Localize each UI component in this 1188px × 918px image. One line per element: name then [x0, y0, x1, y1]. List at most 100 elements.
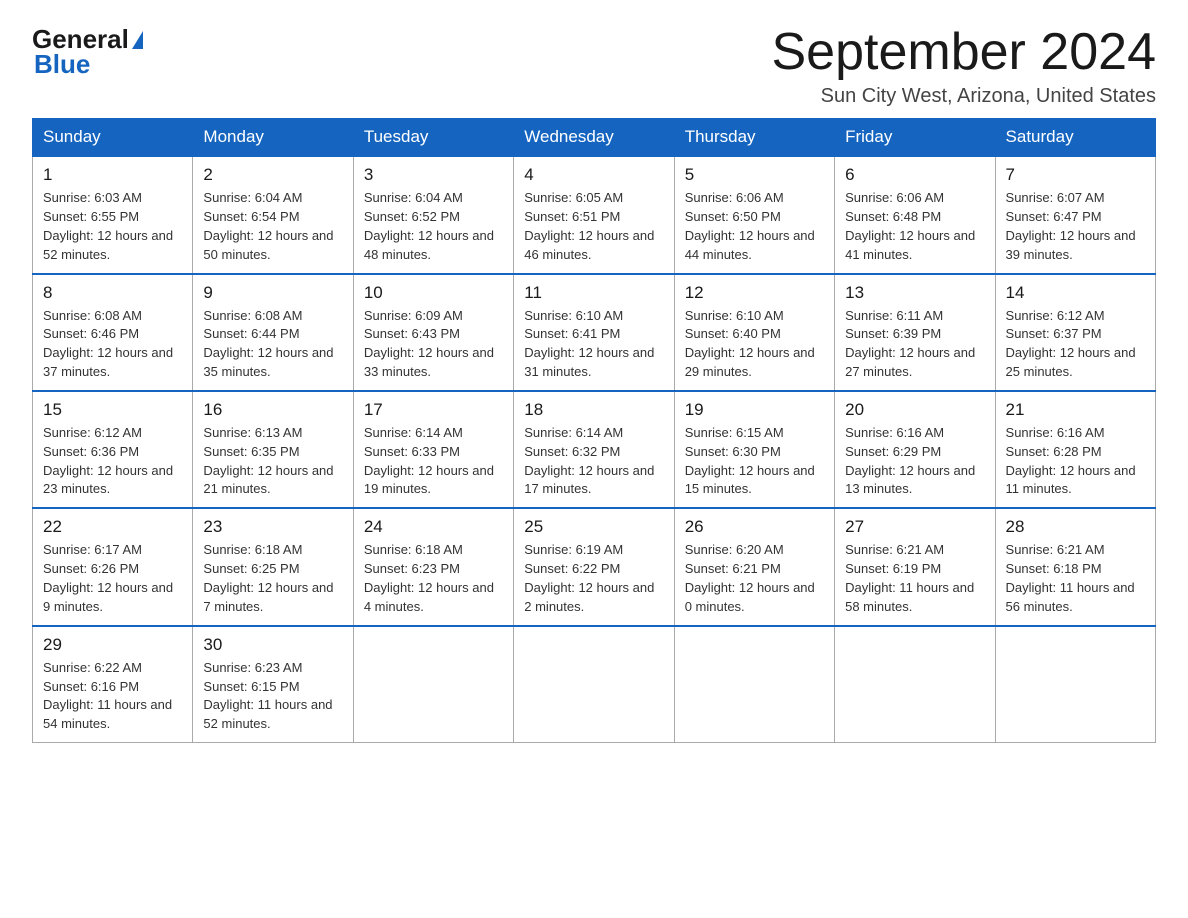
- day-number: 4: [524, 165, 663, 185]
- day-number: 17: [364, 400, 503, 420]
- calendar-week-row: 1 Sunrise: 6:03 AMSunset: 6:55 PMDaylight…: [33, 156, 1156, 273]
- calendar-day-cell: 20 Sunrise: 6:16 AMSunset: 6:29 PMDayligh…: [835, 391, 995, 508]
- day-info: Sunrise: 6:11 AMSunset: 6:39 PMDaylight:…: [845, 307, 984, 382]
- day-info: Sunrise: 6:20 AMSunset: 6:21 PMDaylight:…: [685, 541, 824, 616]
- calendar-day-cell: 10 Sunrise: 6:09 AMSunset: 6:43 PMDayligh…: [353, 274, 513, 391]
- calendar-day-cell: 19Sunrise: 6:15 AMSunset: 6:30 PMDayligh…: [674, 391, 834, 508]
- calendar-day-cell: 29 Sunrise: 6:22 AMSunset: 6:16 PMDayligh…: [33, 626, 193, 743]
- title-block: September 2024 Sun City West, Arizona, U…: [772, 24, 1157, 108]
- weekday-header-monday: Monday: [193, 119, 353, 157]
- day-info: Sunrise: 6:22 AMSunset: 6:16 PMDaylight:…: [43, 659, 182, 734]
- calendar-day-cell: 27 Sunrise: 6:21 AMSunset: 6:19 PMDayligh…: [835, 508, 995, 625]
- day-info: Sunrise: 6:21 AMSunset: 6:18 PMDaylight:…: [1006, 541, 1145, 616]
- day-number: 5: [685, 165, 824, 185]
- empty-cell: [353, 626, 513, 743]
- day-info: Sunrise: 6:03 AMSunset: 6:55 PMDaylight:…: [43, 189, 182, 264]
- calendar-day-cell: 8 Sunrise: 6:08 AMSunset: 6:46 PMDaylight…: [33, 274, 193, 391]
- day-info: Sunrise: 6:23 AMSunset: 6:15 PMDaylight:…: [203, 659, 342, 734]
- day-number: 2: [203, 165, 342, 185]
- calendar-day-cell: 12 Sunrise: 6:10 AMSunset: 6:40 PMDayligh…: [674, 274, 834, 391]
- day-info: Sunrise: 6:10 AMSunset: 6:41 PMDaylight:…: [524, 307, 663, 382]
- day-info: Sunrise: 6:16 AMSunset: 6:28 PMDaylight:…: [1006, 424, 1145, 499]
- day-number: 26: [685, 517, 824, 537]
- page-subtitle: Sun City West, Arizona, United States: [772, 85, 1157, 108]
- calendar-day-cell: 24Sunrise: 6:18 AMSunset: 6:23 PMDayligh…: [353, 508, 513, 625]
- calendar-day-cell: 17 Sunrise: 6:14 AMSunset: 6:33 PMDayligh…: [353, 391, 513, 508]
- day-info: Sunrise: 6:08 AMSunset: 6:44 PMDaylight:…: [203, 307, 342, 382]
- day-number: 27: [845, 517, 984, 537]
- weekday-header-tuesday: Tuesday: [353, 119, 513, 157]
- calendar-day-cell: 30Sunrise: 6:23 AMSunset: 6:15 PMDayligh…: [193, 626, 353, 743]
- day-info: Sunrise: 6:06 AMSunset: 6:48 PMDaylight:…: [845, 189, 984, 264]
- calendar-day-cell: 28 Sunrise: 6:21 AMSunset: 6:18 PMDayligh…: [995, 508, 1155, 625]
- calendar-week-row: 29 Sunrise: 6:22 AMSunset: 6:16 PMDayligh…: [33, 626, 1156, 743]
- day-number: 11: [524, 283, 663, 303]
- day-info: Sunrise: 6:04 AMSunset: 6:52 PMDaylight:…: [364, 189, 503, 264]
- calendar-week-row: 22Sunrise: 6:17 AMSunset: 6:26 PMDayligh…: [33, 508, 1156, 625]
- logo-triangle-icon: [132, 31, 143, 49]
- day-info: Sunrise: 6:15 AMSunset: 6:30 PMDaylight:…: [685, 424, 824, 499]
- day-number: 20: [845, 400, 984, 420]
- calendar-day-cell: 6 Sunrise: 6:06 AMSunset: 6:48 PMDaylight…: [835, 156, 995, 273]
- day-info: Sunrise: 6:21 AMSunset: 6:19 PMDaylight:…: [845, 541, 984, 616]
- day-number: 6: [845, 165, 984, 185]
- day-info: Sunrise: 6:18 AMSunset: 6:25 PMDaylight:…: [203, 541, 342, 616]
- day-info: Sunrise: 6:07 AMSunset: 6:47 PMDaylight:…: [1006, 189, 1145, 264]
- day-number: 21: [1006, 400, 1145, 420]
- day-info: Sunrise: 6:17 AMSunset: 6:26 PMDaylight:…: [43, 541, 182, 616]
- day-info: Sunrise: 6:19 AMSunset: 6:22 PMDaylight:…: [524, 541, 663, 616]
- page-header: General Blue September 2024 Sun City Wes…: [32, 24, 1156, 108]
- day-info: Sunrise: 6:09 AMSunset: 6:43 PMDaylight:…: [364, 307, 503, 382]
- empty-cell: [674, 626, 834, 743]
- day-number: 28: [1006, 517, 1145, 537]
- day-number: 10: [364, 283, 503, 303]
- calendar-day-cell: 1 Sunrise: 6:03 AMSunset: 6:55 PMDaylight…: [33, 156, 193, 273]
- day-number: 23: [203, 517, 342, 537]
- weekday-header-thursday: Thursday: [674, 119, 834, 157]
- day-info: Sunrise: 6:14 AMSunset: 6:33 PMDaylight:…: [364, 424, 503, 499]
- calendar-week-row: 15 Sunrise: 6:12 AMSunset: 6:36 PMDayligh…: [33, 391, 1156, 508]
- calendar-day-cell: 9Sunrise: 6:08 AMSunset: 6:44 PMDaylight…: [193, 274, 353, 391]
- day-number: 12: [685, 283, 824, 303]
- calendar-day-cell: 5Sunrise: 6:06 AMSunset: 6:50 PMDaylight…: [674, 156, 834, 273]
- calendar-day-cell: 13 Sunrise: 6:11 AMSunset: 6:39 PMDayligh…: [835, 274, 995, 391]
- day-info: Sunrise: 6:10 AMSunset: 6:40 PMDaylight:…: [685, 307, 824, 382]
- day-info: Sunrise: 6:12 AMSunset: 6:37 PMDaylight:…: [1006, 307, 1145, 382]
- day-info: Sunrise: 6:05 AMSunset: 6:51 PMDaylight:…: [524, 189, 663, 264]
- weekday-header-saturday: Saturday: [995, 119, 1155, 157]
- calendar-day-cell: 7 Sunrise: 6:07 AMSunset: 6:47 PMDaylight…: [995, 156, 1155, 273]
- calendar-day-cell: 23 Sunrise: 6:18 AMSunset: 6:25 PMDayligh…: [193, 508, 353, 625]
- day-number: 13: [845, 283, 984, 303]
- calendar-table: SundayMondayTuesdayWednesdayThursdayFrid…: [32, 118, 1156, 743]
- calendar-day-cell: 25 Sunrise: 6:19 AMSunset: 6:22 PMDayligh…: [514, 508, 674, 625]
- day-info: Sunrise: 6:16 AMSunset: 6:29 PMDaylight:…: [845, 424, 984, 499]
- empty-cell: [995, 626, 1155, 743]
- day-number: 15: [43, 400, 182, 420]
- day-number: 25: [524, 517, 663, 537]
- calendar-day-cell: 22Sunrise: 6:17 AMSunset: 6:26 PMDayligh…: [33, 508, 193, 625]
- calendar-day-cell: 11 Sunrise: 6:10 AMSunset: 6:41 PMDayligh…: [514, 274, 674, 391]
- calendar-day-cell: 26 Sunrise: 6:20 AMSunset: 6:21 PMDayligh…: [674, 508, 834, 625]
- empty-cell: [514, 626, 674, 743]
- page-title: September 2024: [772, 24, 1157, 81]
- empty-cell: [835, 626, 995, 743]
- calendar-day-cell: 15 Sunrise: 6:12 AMSunset: 6:36 PMDayligh…: [33, 391, 193, 508]
- calendar-day-cell: 16Sunrise: 6:13 AMSunset: 6:35 PMDayligh…: [193, 391, 353, 508]
- day-number: 14: [1006, 283, 1145, 303]
- weekday-header-sunday: Sunday: [33, 119, 193, 157]
- day-info: Sunrise: 6:08 AMSunset: 6:46 PMDaylight:…: [43, 307, 182, 382]
- day-number: 8: [43, 283, 182, 303]
- calendar-week-row: 8 Sunrise: 6:08 AMSunset: 6:46 PMDaylight…: [33, 274, 1156, 391]
- weekday-header-wednesday: Wednesday: [514, 119, 674, 157]
- day-number: 1: [43, 165, 182, 185]
- day-number: 18: [524, 400, 663, 420]
- weekday-header-friday: Friday: [835, 119, 995, 157]
- calendar-day-cell: 18Sunrise: 6:14 AMSunset: 6:32 PMDayligh…: [514, 391, 674, 508]
- day-info: Sunrise: 6:12 AMSunset: 6:36 PMDaylight:…: [43, 424, 182, 499]
- day-number: 3: [364, 165, 503, 185]
- day-number: 29: [43, 635, 182, 655]
- day-info: Sunrise: 6:18 AMSunset: 6:23 PMDaylight:…: [364, 541, 503, 616]
- calendar-day-cell: 14 Sunrise: 6:12 AMSunset: 6:37 PMDayligh…: [995, 274, 1155, 391]
- day-number: 7: [1006, 165, 1145, 185]
- day-info: Sunrise: 6:13 AMSunset: 6:35 PMDaylight:…: [203, 424, 342, 499]
